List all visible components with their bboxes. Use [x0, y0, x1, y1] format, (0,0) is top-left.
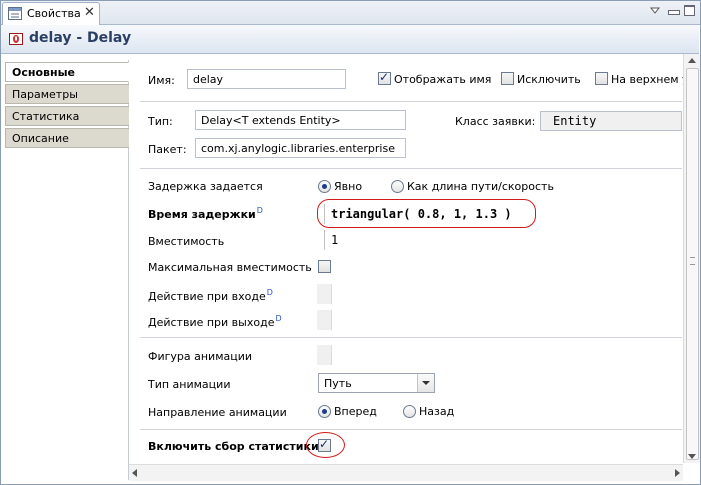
scroll-left-icon[interactable]: [132, 469, 137, 477]
close-icon[interactable]: ✕: [84, 5, 95, 20]
delay-path-speed-label: Как длина пути/скорость: [407, 180, 554, 193]
highlight-ellipse: [306, 432, 345, 458]
exclude-label: Исключить: [517, 73, 581, 86]
package-field: com.xj.anylogic.libraries.enterprise: [195, 138, 406, 158]
entity-class-field[interactable]: Entity: [540, 111, 682, 131]
sidebar-item-description[interactable]: Описание: [5, 128, 129, 148]
sidebar-item-statistics[interactable]: Статистика: [5, 106, 129, 126]
exclude-checkbox[interactable]: [501, 72, 514, 85]
anim-type-select[interactable]: Путь: [318, 373, 435, 393]
maximize-button[interactable]: [684, 5, 695, 16]
anim-dir-label: Направление анимации: [148, 406, 287, 419]
sidebar: Основные Параметры Статистика Описание: [1, 60, 129, 480]
delay-block-icon: [9, 33, 23, 45]
sidebar-item-label: Описание: [12, 132, 69, 145]
sidebar-item-label: Параметры: [12, 88, 78, 101]
minimize-button[interactable]: [668, 10, 680, 15]
anim-shape-label: Фигура анимации: [148, 350, 253, 363]
on-enter-code-field[interactable]: [317, 284, 332, 304]
anim-type-label: Тип анимации: [148, 378, 231, 391]
delay-spec-label: Задержка задается: [148, 180, 263, 193]
highlight-ellipse: [317, 199, 536, 228]
sidebar-item-parameters[interactable]: Параметры: [5, 84, 129, 104]
divider: [140, 168, 682, 169]
chevron-down-icon[interactable]: [417, 374, 434, 392]
horizontal-scrollbar[interactable]: [129, 464, 683, 481]
tab-strip: Свойства ✕: [1, 1, 700, 26]
scroll-up-icon[interactable]: [688, 58, 696, 63]
delay-path-speed-radio[interactable]: [391, 180, 404, 193]
anim-backward-radio[interactable]: [403, 405, 416, 418]
divider: [140, 337, 682, 338]
type-field: Delay<T extends Entity>: [195, 110, 406, 130]
show-name-checkbox[interactable]: [378, 70, 391, 85]
divider: [140, 429, 682, 430]
on-enter-label: Действие при входеD: [148, 288, 273, 303]
package-label: Пакет:: [148, 143, 187, 156]
delay-explicit-radio[interactable]: [318, 180, 331, 193]
dynamic-marker: D: [266, 288, 273, 297]
scroll-right-icon[interactable]: [675, 469, 680, 477]
sidebar-item-label: Статистика: [12, 110, 80, 123]
delay-explicit-label: Явно: [334, 180, 363, 193]
sidebar-item-general[interactable]: Основные: [5, 62, 129, 82]
name-input[interactable]: delay: [187, 69, 346, 89]
stats-label: Включить сбор статистики: [148, 440, 319, 453]
entity-class-label: Класс заявки:: [455, 115, 536, 128]
sidebar-item-label: Основные: [12, 66, 75, 79]
dynamic-marker: D: [275, 314, 282, 323]
max-capacity-label: Максимальная вместимость: [148, 261, 312, 274]
on-top-label: На верхнем у: [611, 73, 689, 86]
grip-icon: [690, 257, 695, 265]
vertical-scrollbar[interactable]: [683, 54, 700, 463]
view-menu-icon[interactable]: [649, 4, 661, 16]
scroll-thumb[interactable]: [686, 68, 699, 460]
type-label: Тип:: [148, 115, 173, 128]
delay-time-label: Время задержкиD: [148, 206, 263, 221]
scroll-down-icon[interactable]: [688, 454, 696, 459]
page-title: delay - Delay: [29, 30, 132, 46]
tab-properties-label: Свойства: [27, 7, 81, 20]
show-name-label: Отображать имя: [394, 73, 492, 86]
anim-forward-label: Вперед: [334, 405, 377, 418]
capacity-input[interactable]: 1: [324, 230, 424, 250]
anim-backward-label: Назад: [419, 405, 455, 418]
anim-forward-radio[interactable]: [318, 405, 331, 418]
max-capacity-checkbox[interactable]: [318, 260, 331, 273]
properties-header: delay - Delay: [1, 25, 699, 54]
name-label: Имя:: [148, 74, 175, 87]
anim-type-value: Путь: [324, 377, 352, 390]
properties-icon: [8, 7, 22, 20]
capacity-label: Вместимость: [148, 235, 225, 248]
divider: [140, 101, 682, 102]
tab-properties[interactable]: Свойства ✕: [2, 2, 100, 26]
dynamic-marker: D: [256, 206, 263, 215]
on-top-checkbox[interactable]: [595, 72, 608, 85]
on-exit-code-field[interactable]: [317, 310, 332, 330]
anim-shape-field[interactable]: [317, 345, 332, 365]
on-exit-label: Действие при выходеD: [148, 314, 282, 329]
